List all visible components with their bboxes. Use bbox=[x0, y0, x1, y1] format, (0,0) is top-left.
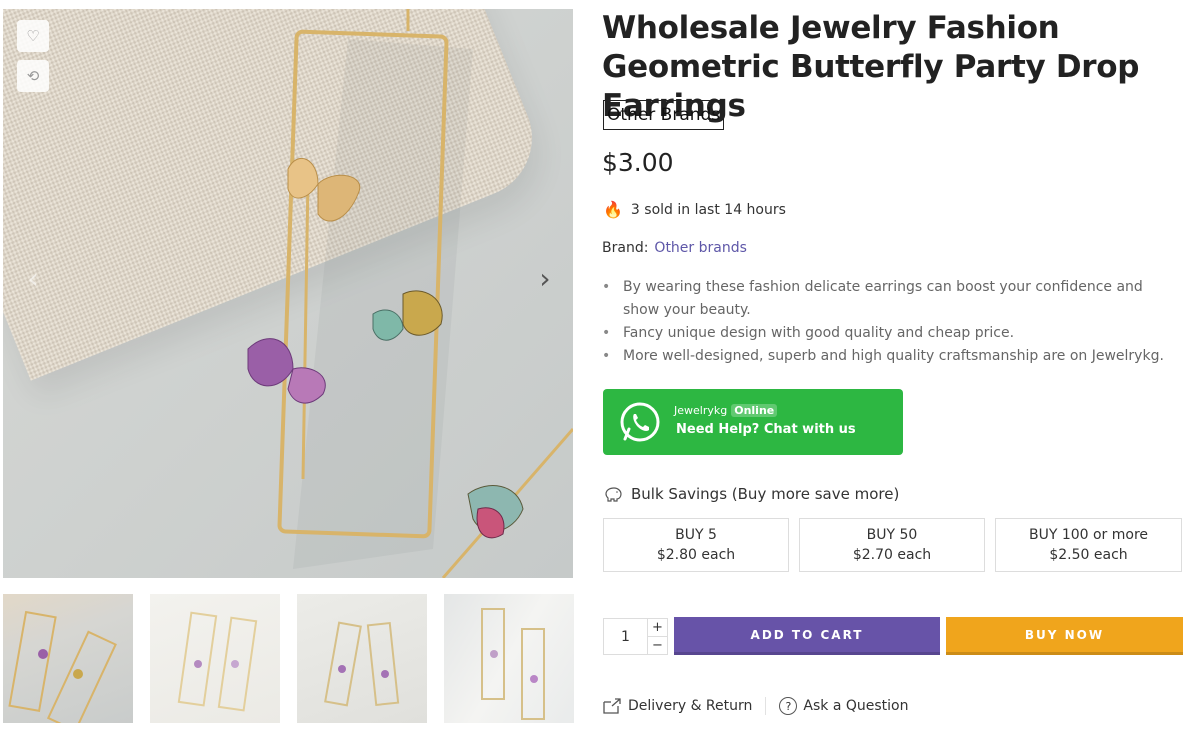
flame-icon: 🔥 bbox=[603, 200, 623, 219]
decrease-button[interactable]: − bbox=[648, 637, 667, 654]
thumbnail-3[interactable] bbox=[297, 594, 427, 723]
chevron-left-icon[interactable]: ‹ bbox=[21, 262, 45, 295]
bulk-tier-card[interactable]: BUY 5 $2.80 each bbox=[603, 518, 789, 572]
thumbnail-1[interactable] bbox=[3, 594, 133, 723]
earring-illustration bbox=[247, 9, 573, 578]
ask-question-link[interactable]: ? Ask a Question bbox=[779, 697, 908, 715]
whatsapp-chat-button[interactable]: Jewelrykg Online Need Help? Chat with us bbox=[603, 389, 903, 455]
tier-price: $2.70 each bbox=[852, 547, 932, 563]
tier-label: BUY 5 bbox=[675, 527, 717, 543]
whatsapp-cta: Need Help? Chat with us bbox=[676, 422, 856, 437]
quantity-input[interactable]: 1 bbox=[604, 619, 647, 654]
buy-now-button[interactable]: BUY NOW bbox=[946, 617, 1183, 655]
box-icon bbox=[603, 698, 621, 714]
brand-badge[interactable]: Other Brands bbox=[603, 100, 725, 130]
highlight-item: More well-designed, superb and high qual… bbox=[602, 345, 1177, 368]
tier-label: BUY 50 bbox=[866, 527, 918, 543]
add-to-cart-button[interactable]: ADD TO CART bbox=[674, 617, 940, 655]
ask-question-label: Ask a Question bbox=[803, 698, 909, 714]
divider bbox=[765, 697, 767, 715]
whatsapp-name: Jewelrykg bbox=[674, 404, 728, 417]
delivery-return-link[interactable]: Delivery & Return bbox=[602, 697, 752, 715]
bulk-title-text: Bulk Savings (Buy more save more) bbox=[631, 485, 900, 503]
whatsapp-icon bbox=[620, 402, 660, 442]
brand-line: Brand: Other brands bbox=[602, 240, 747, 256]
quantity-buttons: + − bbox=[647, 619, 667, 654]
main-product-image[interactable]: ♡ ⟲ ‹ › bbox=[3, 9, 573, 578]
footer-links: Delivery & Return ? Ask a Question bbox=[602, 697, 908, 715]
thumbnail-4[interactable] bbox=[444, 594, 574, 723]
bulk-savings-title: Bulk Savings (Buy more save more) bbox=[603, 485, 899, 503]
bulk-tier-card[interactable]: BUY 100 or more $2.50 each bbox=[995, 518, 1182, 572]
thumbnail-strip bbox=[3, 594, 575, 723]
bulk-tiers: BUY 5 $2.80 each BUY 50 $2.70 each BUY 1… bbox=[603, 518, 1183, 572]
wishlist-button[interactable]: ♡ bbox=[17, 20, 49, 52]
bulk-tier-card[interactable]: BUY 50 $2.70 each bbox=[799, 518, 985, 572]
heart-icon: ♡ bbox=[26, 27, 40, 45]
brand-link[interactable]: Other brands bbox=[654, 240, 746, 256]
compare-icon: ⟲ bbox=[26, 67, 40, 85]
tier-price: $2.50 each bbox=[1049, 547, 1128, 563]
highlight-item: Fancy unique design with good quality an… bbox=[602, 322, 1177, 345]
sold-indicator: 🔥 3 sold in last 14 hours bbox=[603, 200, 786, 219]
quantity-stepper: 1 + − bbox=[603, 618, 668, 655]
whatsapp-header: Jewelrykg Online bbox=[674, 404, 778, 417]
tier-price: $2.80 each bbox=[656, 547, 736, 563]
online-status: Online bbox=[731, 404, 778, 417]
thumbnail-2[interactable] bbox=[150, 594, 280, 723]
brand-label: Brand: bbox=[602, 240, 649, 256]
delivery-return-label: Delivery & Return bbox=[628, 698, 753, 714]
increase-button[interactable]: + bbox=[648, 619, 667, 637]
product-price: $3.00 bbox=[602, 148, 674, 177]
sold-text: 3 sold in last 14 hours bbox=[630, 201, 786, 218]
piggy-bank-icon bbox=[605, 487, 622, 502]
product-highlights: By wearing these fashion delicate earrin… bbox=[602, 276, 1177, 368]
compare-button[interactable]: ⟲ bbox=[17, 60, 49, 92]
highlight-item: By wearing these fashion delicate earrin… bbox=[602, 276, 1177, 322]
question-icon: ? bbox=[779, 697, 798, 715]
tier-label: BUY 100 or more bbox=[1028, 527, 1149, 543]
chevron-right-icon[interactable]: › bbox=[533, 262, 557, 295]
